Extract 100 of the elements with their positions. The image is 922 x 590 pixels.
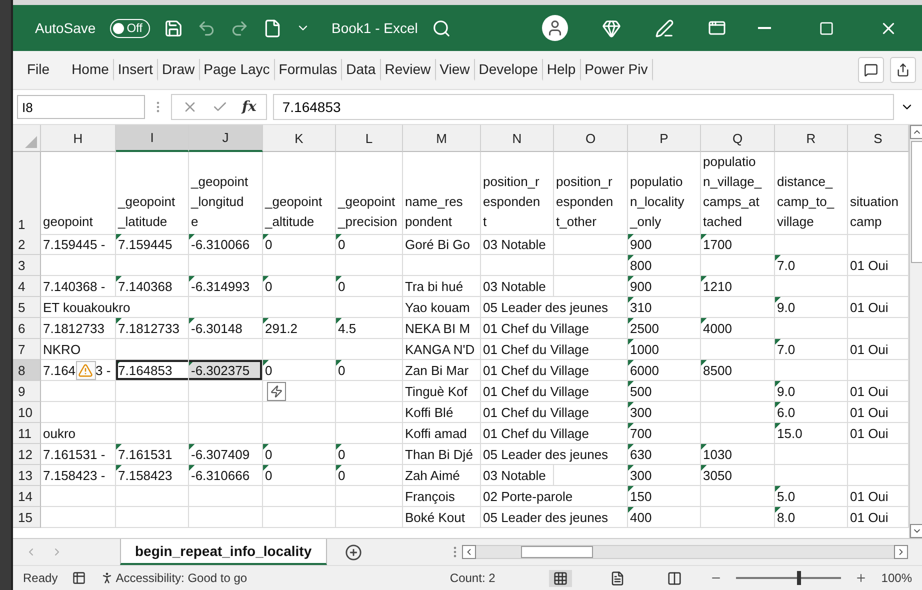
scroll-up-button[interactable] (910, 125, 922, 139)
plus-icon (344, 544, 362, 560)
table-cell: 630 (628, 444, 701, 465)
quick-analysis-button[interactable] (267, 382, 286, 400)
table-cell: 01 Chef du Village (481, 423, 628, 444)
table-cell: KANGA N'D (403, 339, 481, 360)
ribbon-tab[interactable]: View (436, 59, 475, 81)
row-header[interactable]: 11 (13, 423, 41, 444)
row-header[interactable]: 3 (13, 255, 41, 276)
column-header[interactable]: S (848, 125, 909, 152)
ribbon-tab[interactable]: Page Layc (200, 59, 275, 81)
table-cell: 03 Notable (481, 234, 554, 255)
row-header[interactable]: 12 (13, 444, 41, 465)
row-header[interactable]: 5 (13, 297, 41, 318)
search-icon[interactable] (432, 18, 451, 38)
table-cell: populatio n_locality _only (628, 152, 701, 235)
avatar-icon[interactable] (542, 15, 568, 41)
view-button[interactable] (549, 570, 572, 586)
ribbon-display-icon[interactable] (708, 19, 726, 37)
table-cell: Zan Bi Mar (403, 360, 481, 381)
table-cell: Koffi amad (403, 423, 481, 444)
table-cell: 8500 (701, 360, 775, 381)
share-button[interactable] (890, 57, 916, 83)
autosave-label: AutoSave (35, 20, 96, 36)
redo-icon[interactable] (230, 18, 249, 38)
table-cell: 6.0 (775, 402, 848, 423)
table-cell: 9.0 (775, 381, 848, 402)
column-header[interactable]: I (116, 125, 189, 152)
row-header[interactable]: 15 (13, 507, 41, 528)
zoom-level[interactable]: 100% (881, 571, 912, 585)
error-warning-button[interactable] (76, 360, 96, 380)
table-cell: Goré Bi Go (403, 234, 481, 255)
row-header[interactable]: 6 (13, 318, 41, 339)
column-header[interactable]: J (189, 125, 263, 152)
ribbon-tab[interactable]: Develope (474, 59, 543, 81)
table-cell: 700 (628, 423, 701, 444)
column-header[interactable]: H (41, 125, 116, 152)
table-cell: 291.2 (263, 318, 336, 339)
scroll-thumb[interactable] (911, 141, 922, 263)
table-cell: 7.158423 - (41, 465, 116, 486)
warning-icon (78, 362, 94, 378)
ribbon-tab[interactable]: Help (542, 59, 581, 81)
ribbon-tab[interactable]: Review (380, 59, 436, 81)
save-icon[interactable] (164, 18, 183, 38)
scroll-down-button[interactable] (910, 524, 922, 538)
column-header[interactable]: N (481, 125, 554, 152)
column-header[interactable]: M (403, 125, 481, 152)
scroll-right-button[interactable] (894, 545, 908, 559)
column-header[interactable]: L (336, 125, 403, 152)
lightning-icon (270, 384, 283, 398)
table-cell: 7.0 (775, 339, 848, 360)
new-file-icon[interactable] (262, 18, 282, 38)
add-sheet-button[interactable] (344, 544, 362, 560)
row-header[interactable]: 7 (13, 339, 41, 360)
vertical-scrollbar[interactable] (909, 125, 922, 538)
table-cell (336, 339, 403, 360)
ribbon-tab[interactable]: File (23, 59, 54, 81)
comments-button[interactable] (858, 57, 884, 83)
autosave-toggle[interactable]: Off (110, 18, 150, 38)
table-cell: position_r esponden t_other (554, 152, 628, 235)
row-header[interactable]: 1 (13, 152, 41, 235)
column-header[interactable]: O (554, 125, 628, 152)
column-header[interactable]: K (263, 125, 336, 152)
table-cell: 1210 (701, 276, 775, 297)
column-header[interactable]: Q (701, 125, 775, 152)
diamond-icon[interactable] (602, 18, 621, 38)
undo-icon[interactable] (196, 18, 216, 38)
formula-input[interactable]: 7.164853 (273, 94, 894, 120)
column-header[interactable]: R (775, 125, 848, 152)
table-cell: 7.1812733 (41, 318, 116, 339)
row-header[interactable]: 13 (13, 465, 41, 486)
zoom-thumb[interactable] (797, 571, 802, 585)
row-header[interactable]: 2 (13, 234, 41, 255)
column-header[interactable]: P (628, 125, 701, 152)
insert-function-button[interactable]: fx (242, 99, 256, 115)
scroll-thumb[interactable] (521, 546, 593, 558)
scroll-left-button[interactable] (462, 545, 476, 559)
pen-icon[interactable] (655, 18, 674, 38)
table-cell: 300 (628, 402, 701, 423)
table-cell: 0 (263, 234, 336, 255)
table-cell: 05 Leader des jeunes (481, 297, 628, 318)
horizontal-scrollbar[interactable] (476, 545, 894, 559)
row-header[interactable]: 8 (13, 360, 41, 381)
row-header[interactable]: 14 (13, 486, 41, 507)
table-cell: -6.310066 (189, 234, 263, 255)
ribbon-tab[interactable]: Formulas (274, 59, 342, 81)
ribbon-tab[interactable]: Home (68, 59, 114, 81)
row-header[interactable]: 10 (13, 402, 41, 423)
zoom-in-icon[interactable] (855, 572, 868, 584)
ribbon-tab[interactable]: Data (342, 59, 381, 81)
table-cell: 0 (263, 276, 336, 297)
accessibility-status[interactable]: Accessibility: Good to go (116, 571, 248, 585)
ribbon-tab[interactable]: Power Piv (580, 59, 653, 81)
row-header[interactable]: 9 (13, 381, 41, 402)
ribbon-tab[interactable]: Draw (158, 59, 200, 81)
name-box[interactable]: I8 (17, 95, 145, 119)
table-cell: Boké Kout (403, 507, 481, 528)
ribbon-tab[interactable]: Insert (114, 59, 158, 81)
sheet-tab[interactable]: begin_repeat_info_locality (120, 539, 327, 565)
row-header[interactable]: 4 (13, 276, 41, 297)
